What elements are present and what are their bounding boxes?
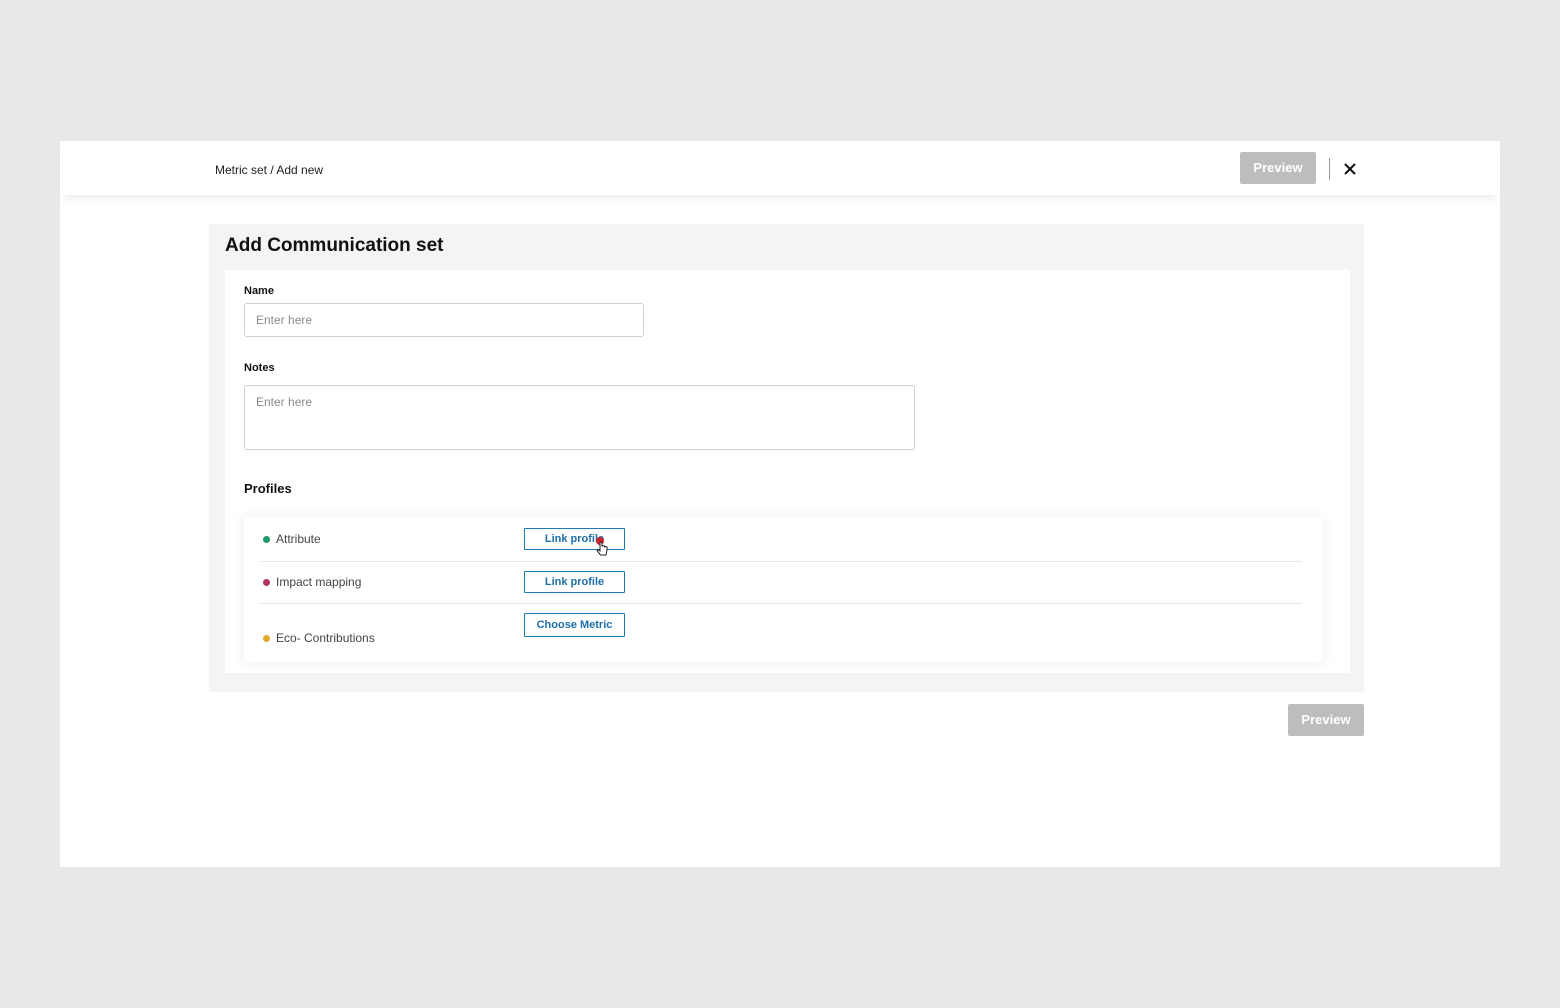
link-profile-button-attribute[interactable]: Link profile: [524, 528, 625, 550]
link-profile-button-impact-mapping[interactable]: Link profile: [524, 571, 625, 593]
modal-window: Metric set / Add new Preview Add Communi…: [60, 141, 1500, 867]
choose-metric-button[interactable]: Choose Metric: [524, 613, 625, 637]
page-title: Add Communication set: [225, 235, 444, 256]
profiles-list: Attribute Link profile Impact mapping Li…: [244, 517, 1323, 662]
profile-row-impact-mapping: Impact mapping Link profile: [260, 561, 1302, 603]
preview-button-bottom[interactable]: Preview: [1288, 704, 1364, 736]
top-bar: Metric set / Add new Preview: [60, 141, 1500, 195]
notes-label: Notes: [244, 362, 275, 374]
status-dot: [263, 536, 270, 543]
profile-row-eco-contributions: Eco- Contributions Choose Metric: [260, 603, 1302, 662]
notes-textarea[interactable]: [244, 385, 915, 450]
close-icon[interactable]: [1340, 159, 1360, 179]
profiles-title: Profiles: [244, 481, 292, 496]
form-panel: Add Communication set Name Notes Profile…: [209, 224, 1364, 692]
profile-label: Attribute: [276, 532, 321, 546]
status-dot: [263, 579, 270, 586]
preview-button-top[interactable]: Preview: [1240, 152, 1316, 184]
name-input[interactable]: [244, 303, 644, 337]
profile-row-attribute: Attribute Link profile: [260, 517, 1302, 561]
profile-label: Impact mapping: [276, 575, 362, 589]
profile-label: Eco- Contributions: [276, 631, 375, 645]
status-dot: [263, 635, 270, 642]
breadcrumb: Metric set / Add new: [215, 163, 324, 177]
topbar-divider: [1329, 158, 1330, 180]
form-card: Name Notes Profiles Attribute Link profi…: [225, 270, 1350, 673]
name-label: Name: [244, 285, 274, 297]
